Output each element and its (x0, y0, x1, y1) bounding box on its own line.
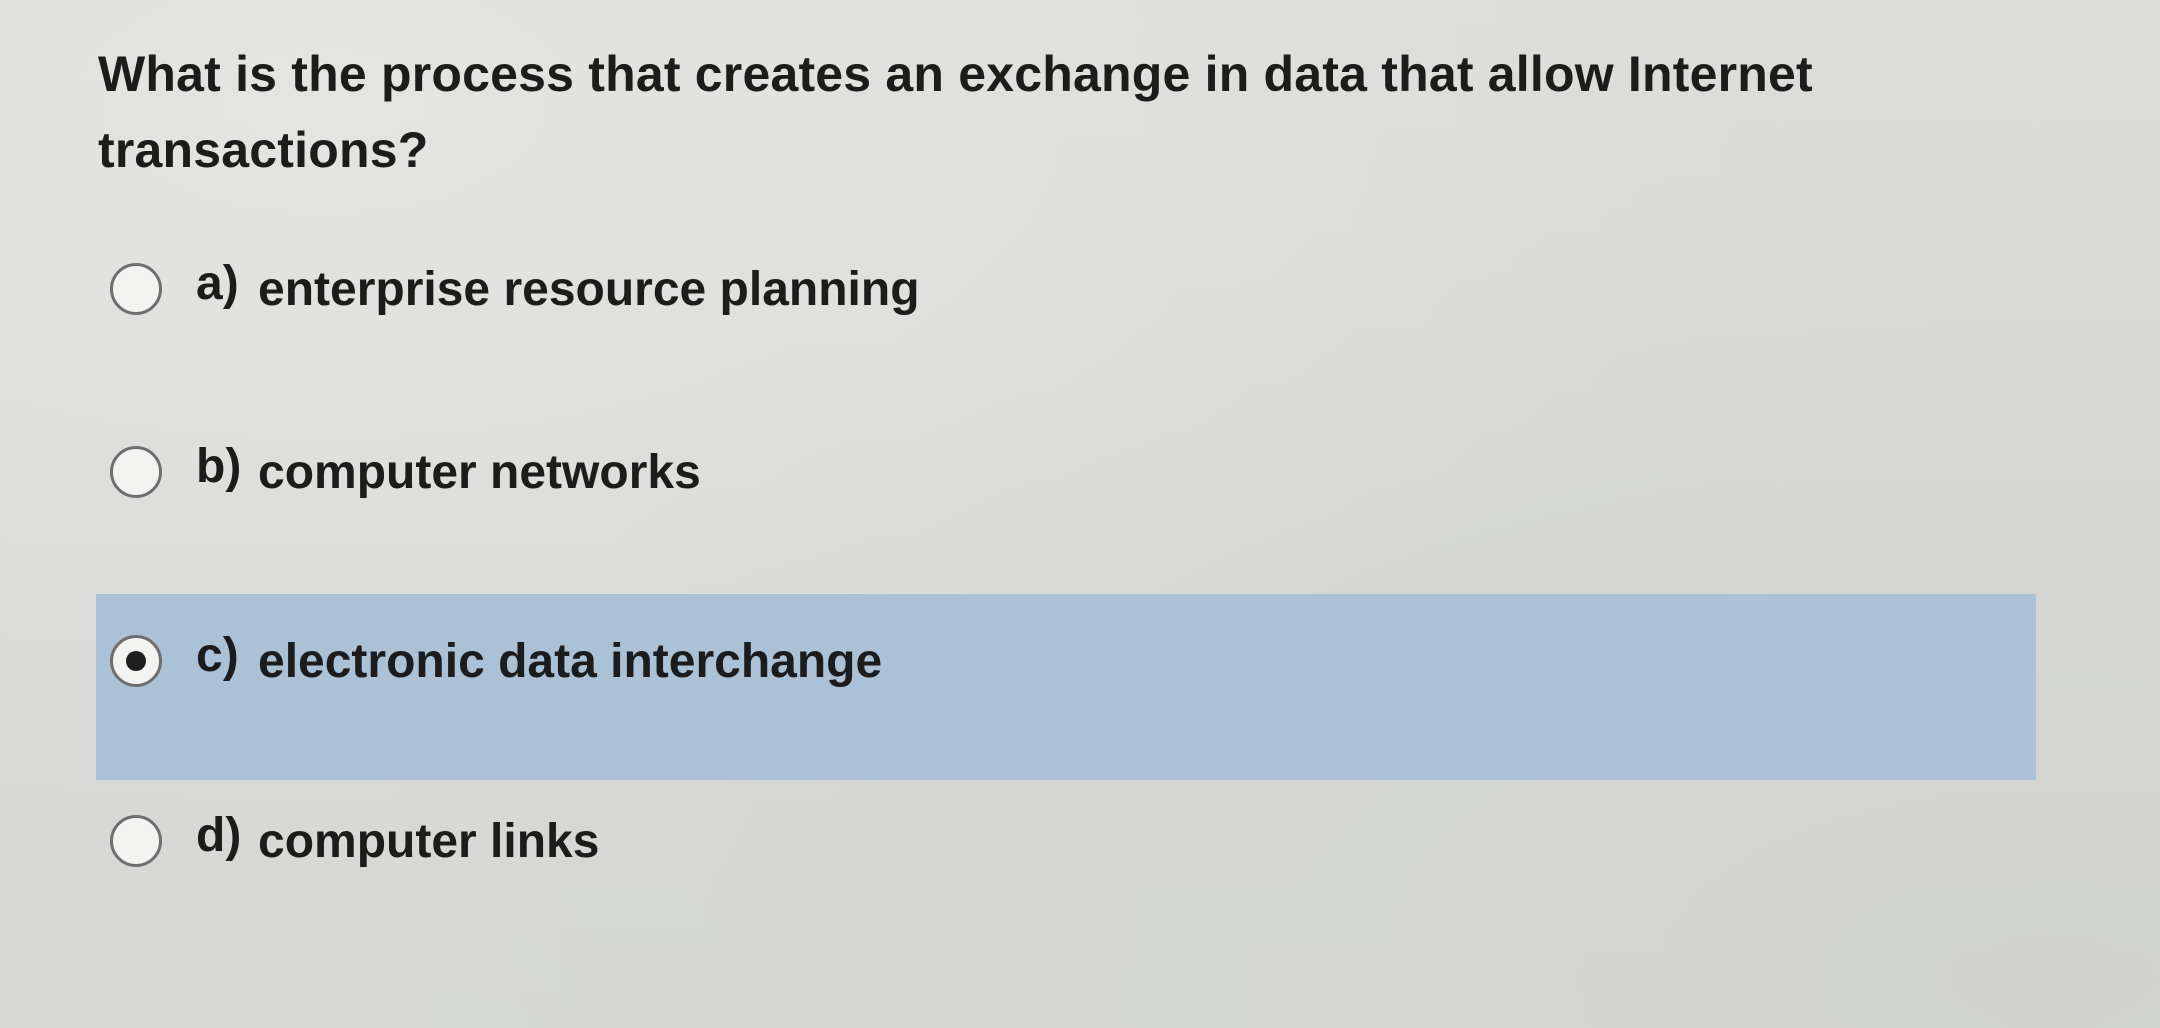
option-letter-d: d) (196, 809, 242, 862)
answer-option-c[interactable]: c) electronic data interchange (96, 594, 2036, 780)
radio-button-a[interactable] (110, 263, 162, 315)
option-label-c: electronic data interchange (258, 635, 883, 688)
option-label-d: computer links (258, 815, 600, 868)
option-label-b: computer networks (258, 446, 701, 499)
radio-button-b[interactable] (110, 446, 162, 498)
question-text: What is the process that creates an exch… (98, 46, 1813, 178)
answer-option-d[interactable]: d) computer links (96, 774, 2036, 960)
radio-button-d[interactable] (110, 815, 162, 867)
option-letter-b: b) (196, 440, 242, 493)
radio-button-c-checked[interactable] (110, 635, 162, 687)
answer-option-a[interactable]: a) enterprise resource planning (96, 222, 2036, 408)
answer-option-b[interactable]: b) computer networks (96, 405, 2036, 591)
option-letter-c: c) (196, 629, 239, 682)
option-letter-a: a) (196, 257, 239, 310)
option-label-a: enterprise resource planning (258, 263, 920, 316)
